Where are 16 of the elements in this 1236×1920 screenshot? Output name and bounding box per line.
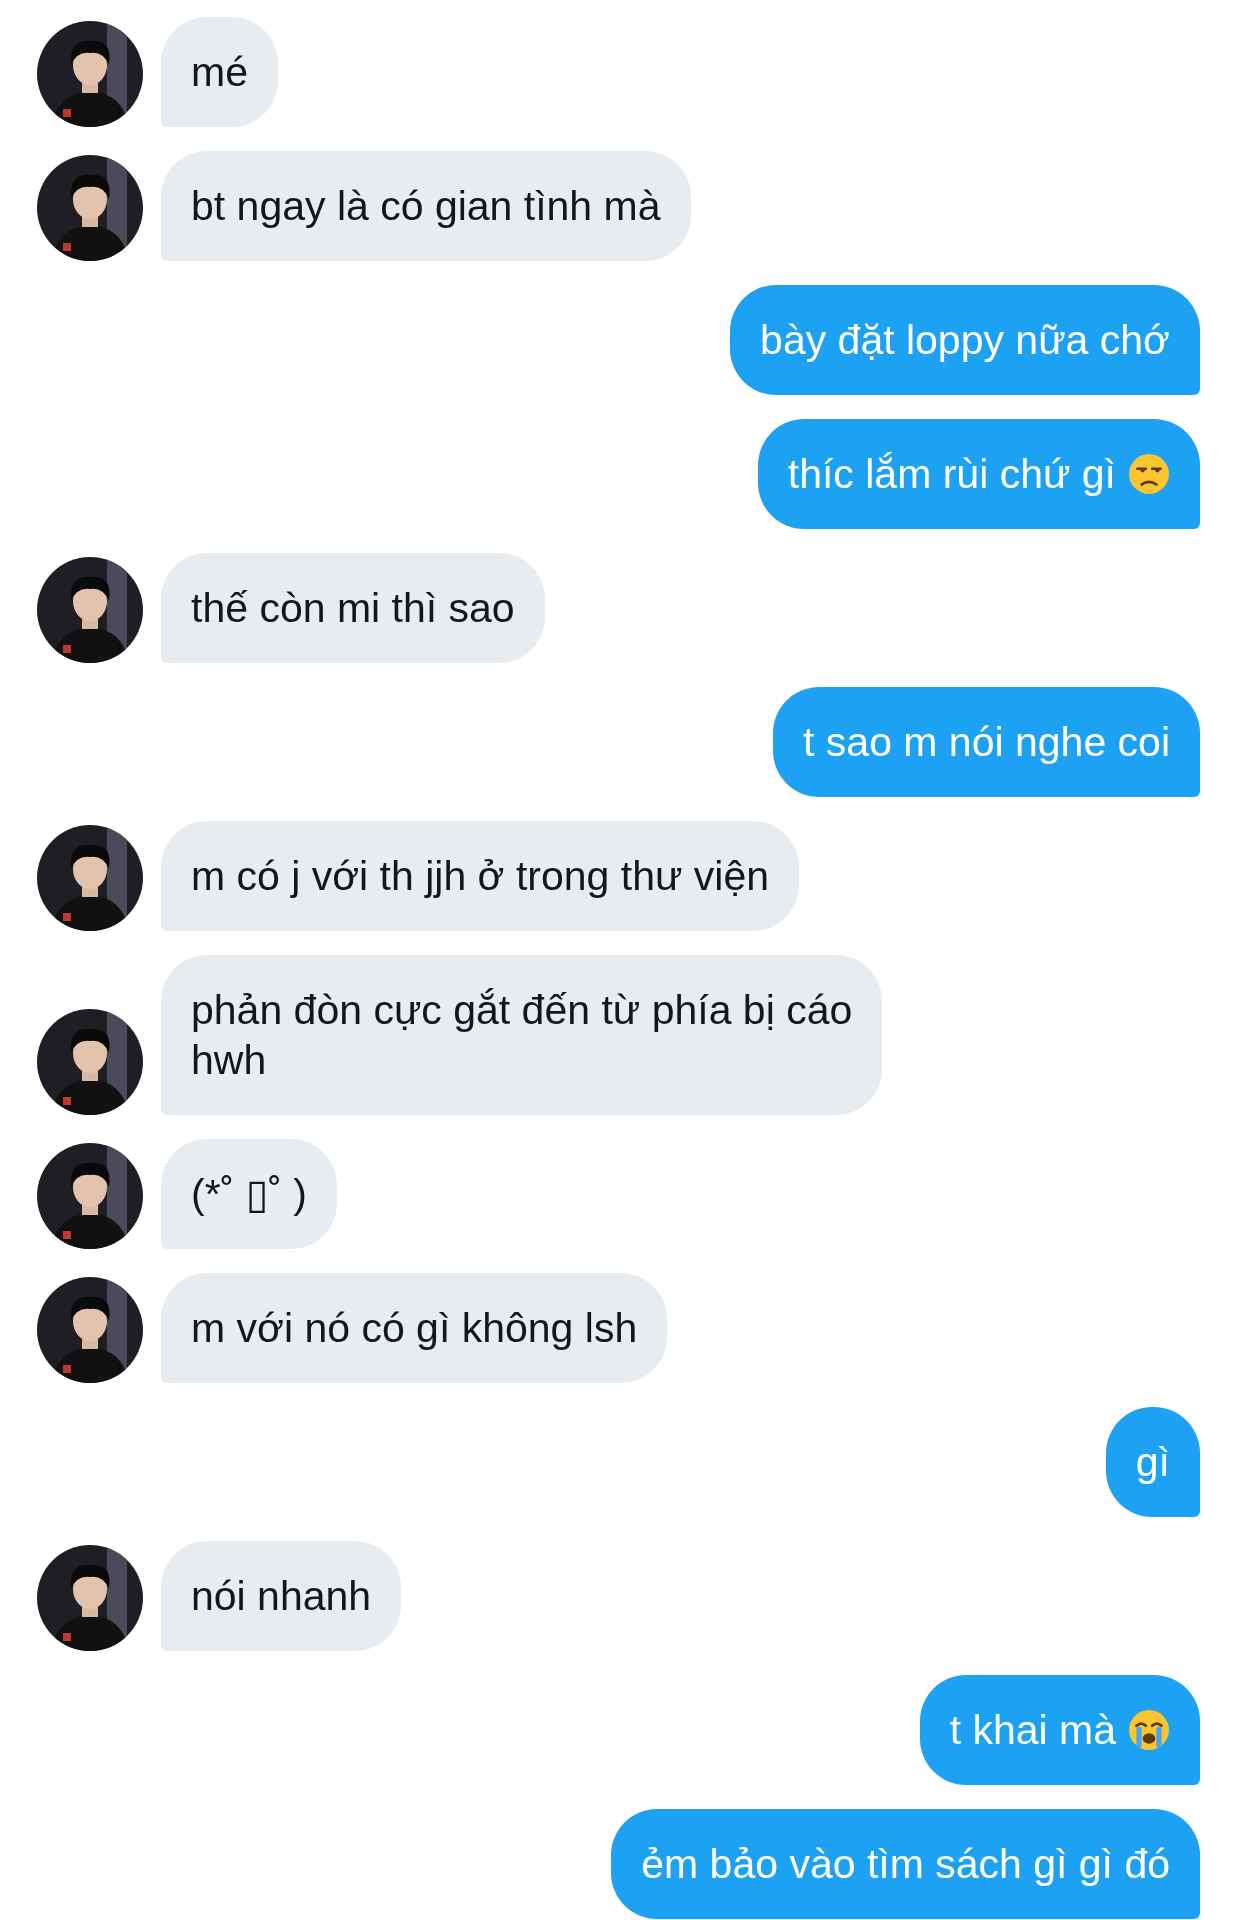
message-text: (*˚ ▯˚ )	[191, 1170, 307, 1219]
message-text: mé	[191, 48, 248, 97]
message-text: t sao m nói nghe coi	[803, 718, 1170, 767]
message-text: bày đặt loppy nữa chớ	[760, 316, 1170, 365]
message-text: nói nhanh	[191, 1572, 372, 1621]
message-text: thế còn mi thì sao	[191, 584, 515, 633]
message-text: m có j với th jjh ở trong thư viện	[191, 852, 769, 901]
message-text: m với nó có gì không lsh	[191, 1304, 638, 1353]
message-text: t khai mà	[949, 1706, 1116, 1755]
message-text: bt ngay là có gian tình mà	[191, 182, 661, 231]
unamused-face-icon	[1128, 453, 1170, 495]
message-text: ẻm bảo vào tìm sách gì gì đó	[641, 1840, 1170, 1889]
message-text: phản đòn cực gắt đến từ phía bị cáo hwh	[191, 986, 853, 1085]
message-text: gì	[1135, 1438, 1170, 1487]
message-text: thíc lắm rùi chứ gì	[787, 450, 1116, 499]
crying-face-icon	[1128, 1709, 1170, 1751]
